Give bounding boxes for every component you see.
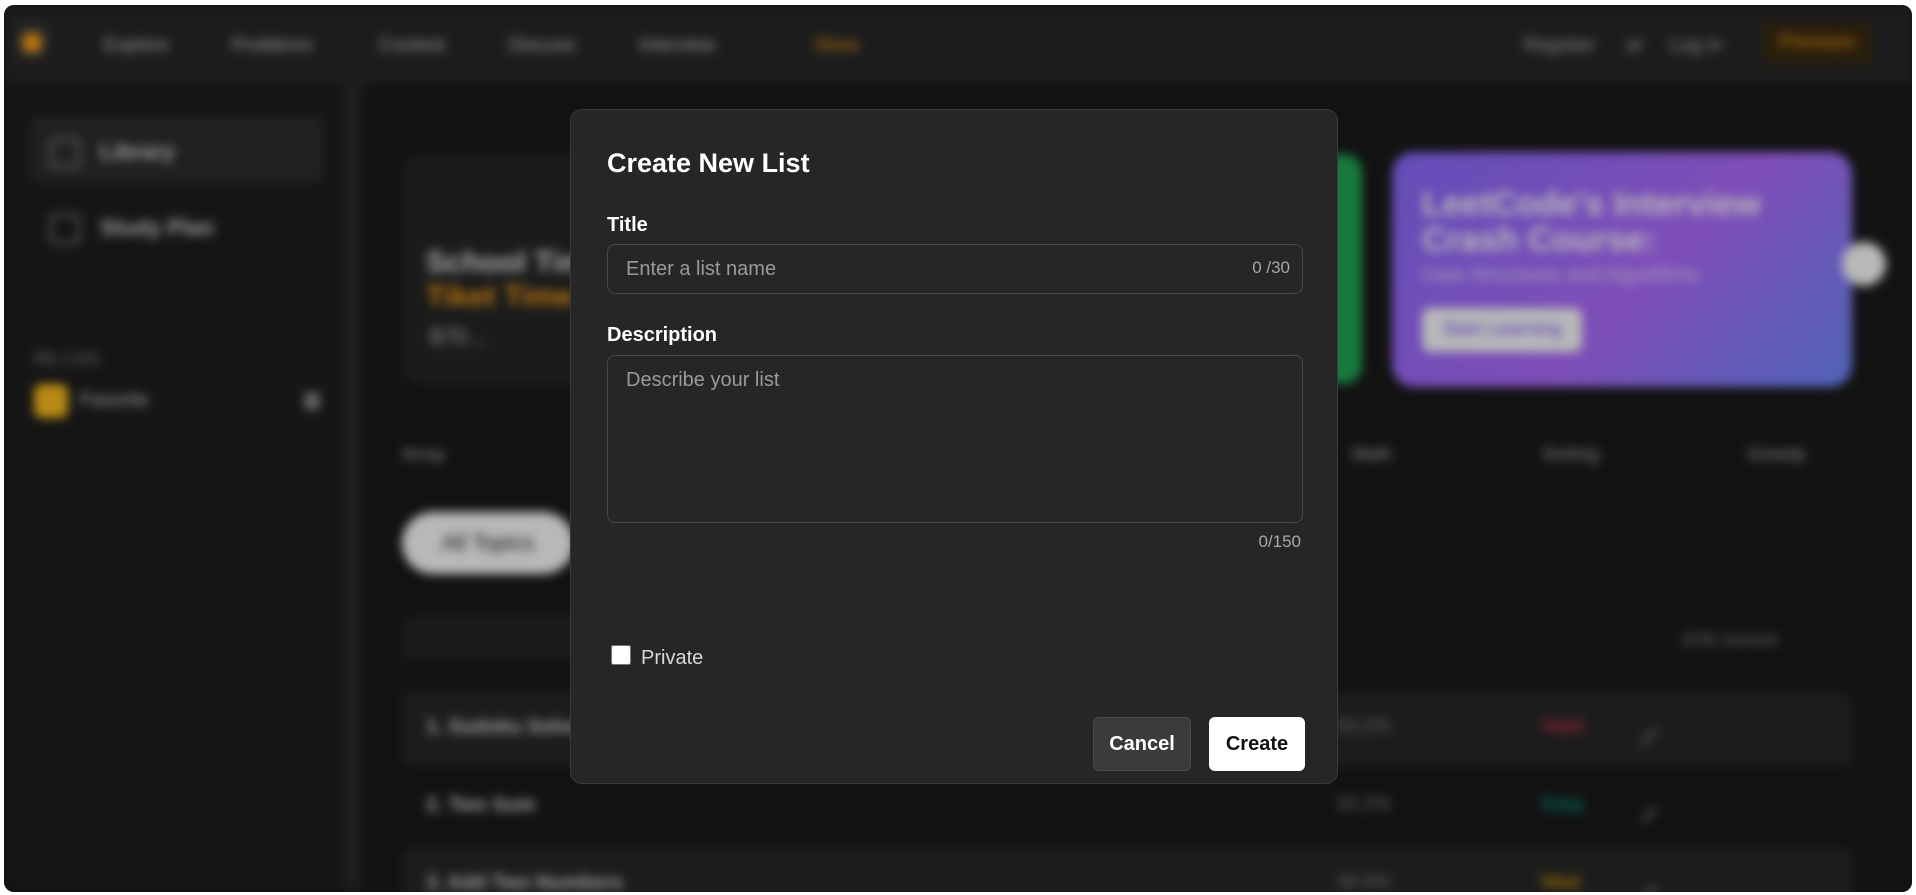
list-title-input[interactable] bbox=[608, 245, 1244, 293]
create-button[interactable]: Create bbox=[1209, 717, 1305, 771]
title-field-label: Title bbox=[607, 214, 648, 236]
title-char-counter: 0 /30 bbox=[1252, 258, 1290, 277]
private-label: Private bbox=[641, 647, 704, 669]
dialog-title: Create New List bbox=[607, 148, 810, 178]
description-field-label: Description bbox=[607, 324, 718, 346]
description-textarea[interactable] bbox=[607, 355, 1303, 523]
cancel-button[interactable]: Cancel bbox=[1093, 717, 1191, 771]
private-option[interactable]: Private bbox=[611, 643, 703, 669]
title-input-wrapper: 0 /30 bbox=[607, 244, 1303, 294]
private-checkbox[interactable] bbox=[611, 644, 631, 665]
description-char-counter: 0/150 bbox=[1258, 532, 1301, 551]
create-list-dialog: Create New List Title 0 /30 Description … bbox=[570, 109, 1338, 784]
